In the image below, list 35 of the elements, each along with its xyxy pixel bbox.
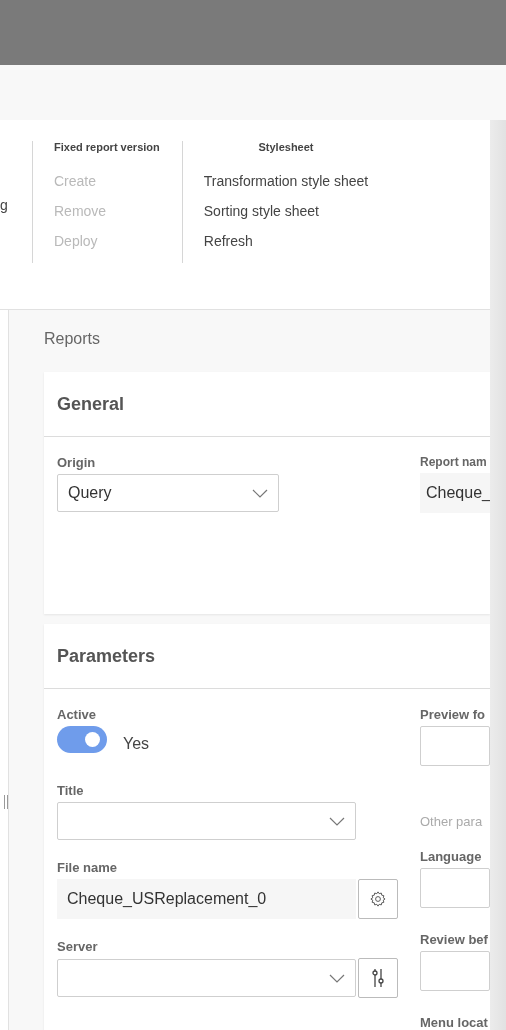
toggle-switch[interactable]: [57, 726, 107, 753]
field-label: Title: [57, 783, 85, 798]
field-label: Report nam: [420, 455, 488, 469]
dropdown-field[interactable]: [57, 959, 356, 997]
dropdown-field[interactable]: [57, 802, 356, 840]
field-label: Preview fo: [420, 707, 487, 722]
page-title: Reports: [44, 330, 102, 348]
field-label: File name: [57, 860, 118, 875]
dropdown-field[interactable]: Query: [57, 474, 279, 512]
field-label: Active: [57, 707, 98, 722]
group-title: Stylesheet: [257, 141, 315, 153]
field-label: Origin: [57, 455, 97, 470]
ribbon-item[interactable]: Sorting style sheet: [203, 201, 319, 221]
text-field[interactable]: Cheque_USReplacement_0: [57, 879, 356, 919]
field-label: Review bef: [420, 932, 489, 947]
toggle-value: Yes: [123, 734, 150, 753]
chevron-down-icon: [329, 973, 345, 983]
input-field[interactable]: [420, 868, 490, 908]
field-label: Server: [57, 939, 99, 954]
input-field[interactable]: [420, 726, 490, 766]
settings-icon: [369, 890, 387, 908]
ribbon-item[interactable]: Transformation style sheet: [203, 171, 369, 191]
field-label: Language: [420, 849, 483, 864]
chevron-down-icon: [252, 488, 268, 498]
resize-handle-icon[interactable]: [4, 795, 8, 809]
tools-button[interactable]: [358, 958, 398, 998]
ribbon-item[interactable]: Refresh: [203, 231, 253, 251]
sliders-icon: [371, 968, 385, 988]
group-caption: Other para: [420, 814, 484, 829]
ribbon-item[interactable]: g: [0, 197, 8, 213]
chevron-down-icon: [329, 816, 345, 826]
input-field[interactable]: [420, 951, 490, 991]
group-title: Fixed report version: [54, 141, 160, 153]
settings-button[interactable]: [358, 879, 398, 919]
field-label: Menu locat: [420, 1015, 489, 1030]
